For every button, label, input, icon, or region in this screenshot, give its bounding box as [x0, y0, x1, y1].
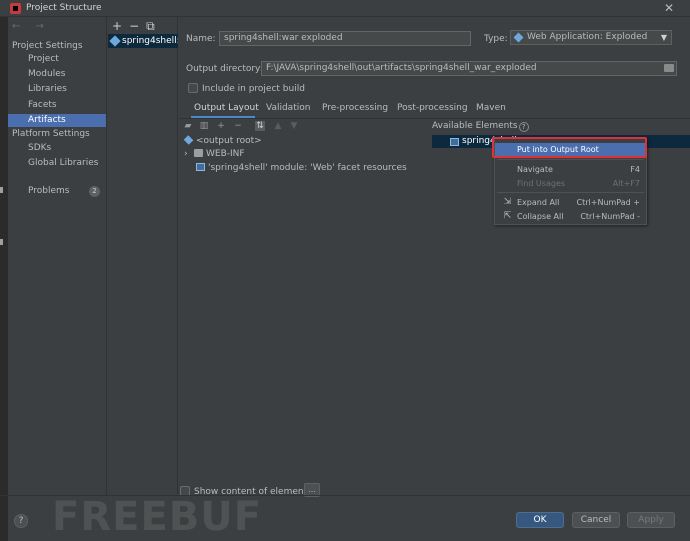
- sidebar-item-problems[interactable]: Problems 2: [8, 185, 106, 198]
- new-folder-icon[interactable]: ▰: [183, 121, 193, 131]
- problems-label: Problems: [28, 186, 70, 196]
- add-copy-icon[interactable]: +: [216, 121, 226, 131]
- menu-separator: [497, 192, 644, 193]
- module-icon: [196, 163, 205, 171]
- tree-item-label: <output root>: [196, 136, 262, 146]
- sort-icon[interactable]: ⇅: [255, 121, 265, 131]
- menu-item-collapse-all[interactable]: ⇱ Collapse All Ctrl+NumPad -: [495, 210, 646, 223]
- artifacts-list-panel: +−⧉ spring4shell:war exploded: [108, 17, 178, 495]
- archive-icon[interactable]: ▥: [199, 121, 209, 131]
- nav-arrows-icon[interactable]: ← →: [12, 21, 50, 32]
- expand-all-icon: ⇲: [503, 197, 512, 207]
- section-platform-settings: Platform Settings: [12, 129, 90, 139]
- include-in-build-checkbox[interactable]: [188, 83, 198, 93]
- output-directory-label: Output directory:: [186, 64, 263, 74]
- tree-item-label: WEB-INF: [206, 149, 245, 159]
- output-directory-value: F:\JAVA\spring4shell\out\artifacts\sprin…: [266, 63, 537, 73]
- sidebar-item-facets[interactable]: Facets: [8, 99, 106, 112]
- collapse-all-icon: ⇱: [503, 211, 512, 221]
- browse-folder-icon[interactable]: [664, 64, 674, 72]
- cancel-button[interactable]: Cancel: [572, 512, 620, 528]
- output-root-icon: [183, 135, 194, 145]
- move-down-icon[interactable]: ▼: [289, 121, 299, 131]
- menu-item-navigate[interactable]: Navigate F4: [495, 163, 646, 176]
- menu-item-label: Find Usages: [517, 179, 566, 188]
- sidebar-item-artifacts[interactable]: Artifacts: [8, 114, 106, 127]
- menu-item-expand-all[interactable]: ⇲ Expand All Ctrl+NumPad +: [495, 196, 646, 209]
- sidebar-item-project[interactable]: Project: [8, 53, 106, 66]
- tab-maven[interactable]: Maven: [476, 103, 506, 113]
- help-icon[interactable]: ?: [518, 122, 529, 132]
- name-label: Name:: [186, 34, 216, 44]
- include-in-build-label: Include in project build: [202, 84, 305, 94]
- tab-pre-processing[interactable]: Pre-processing: [322, 103, 388, 113]
- artifact-label: spring4shell:war exploded: [122, 36, 178, 46]
- available-elements-title: Available Elements?: [432, 121, 529, 132]
- background-window-strip: [0, 17, 8, 541]
- help-button[interactable]: ?: [14, 514, 28, 528]
- ok-button[interactable]: OK: [516, 512, 564, 528]
- sidebar-item-global-libraries[interactable]: Global Libraries: [8, 157, 106, 170]
- menu-shortcut: F4: [630, 165, 640, 174]
- copy-icon[interactable]: ⧉: [146, 19, 155, 33]
- artifact-list-item[interactable]: spring4shell:war exploded: [108, 34, 178, 48]
- title-bar: Project Structure ✕: [0, 0, 690, 17]
- remove-icon[interactable]: −: [233, 121, 243, 131]
- tab-validation[interactable]: Validation: [266, 103, 310, 113]
- section-project-settings: Project Settings: [12, 41, 83, 51]
- close-icon[interactable]: ✕: [664, 1, 674, 15]
- add-icon[interactable]: +: [112, 19, 122, 33]
- menu-shortcut: Alt+F7: [612, 179, 640, 188]
- menu-separator: [497, 159, 644, 160]
- tree-item-output-root[interactable]: <output root>: [183, 135, 262, 148]
- sidebar-item-sdks[interactable]: SDKs: [8, 142, 106, 155]
- sidebar-item-libraries[interactable]: Libraries: [8, 83, 106, 96]
- menu-item-label: Expand All: [517, 198, 560, 207]
- type-dropdown[interactable]: Web Application: Exploded ▼: [510, 30, 672, 45]
- available-elements-label: Available Elements: [432, 121, 518, 131]
- edge-marker: [0, 187, 3, 193]
- tree-item-facet-resources[interactable]: 'spring4shell' module: 'Web' facet resou…: [196, 162, 407, 175]
- chevron-down-icon: ▼: [660, 33, 667, 42]
- move-up-icon[interactable]: ▲: [273, 121, 283, 131]
- problems-count-badge: 2: [89, 186, 100, 197]
- artifact-editor: Name: spring4shell:war exploded Type: We…: [179, 17, 690, 497]
- folder-icon: [194, 149, 203, 157]
- module-icon: [450, 138, 459, 146]
- web-artifact-icon: [109, 35, 121, 47]
- edge-marker: [0, 239, 3, 245]
- sidebar-item-modules[interactable]: Modules: [8, 68, 106, 81]
- tree-item-web-inf[interactable]: › WEB-INF: [184, 148, 245, 161]
- name-field[interactable]: spring4shell:war exploded: [219, 31, 471, 46]
- type-value: Web Application: Exploded: [527, 32, 648, 42]
- remove-icon[interactable]: −: [129, 19, 139, 33]
- tree-item-label: 'spring4shell' module: 'Web' facet resou…: [208, 163, 407, 173]
- tab-output-layout[interactable]: Output Layout: [194, 103, 259, 113]
- chevron-right-icon[interactable]: ›: [184, 148, 194, 161]
- menu-item-label: Navigate: [517, 165, 553, 174]
- artifacts-toolbar: + − ⧉: [112, 19, 162, 34]
- settings-sidebar: ← → Project Settings Project Modules Lib…: [8, 17, 107, 495]
- tab-divider: [179, 118, 690, 119]
- web-application-icon: [513, 32, 524, 43]
- menu-shortcut: Ctrl+NumPad -: [580, 212, 640, 221]
- type-label: Type:: [484, 34, 508, 44]
- menu-item-find-usages[interactable]: Find Usages Alt+F7: [495, 177, 646, 190]
- menu-shortcut: Ctrl+NumPad +: [576, 198, 640, 207]
- output-directory-field[interactable]: F:\JAVA\spring4shell\out\artifacts\sprin…: [261, 61, 677, 76]
- intellij-app-icon: [10, 3, 21, 14]
- tab-post-processing[interactable]: Post-processing: [397, 103, 468, 113]
- highlight-annotation-box: [492, 137, 647, 158]
- menu-item-label: Collapse All: [517, 212, 564, 221]
- window-title: Project Structure: [26, 3, 102, 13]
- freebuf-watermark: FREEBUF: [52, 494, 263, 540]
- apply-button[interactable]: Apply: [627, 512, 675, 528]
